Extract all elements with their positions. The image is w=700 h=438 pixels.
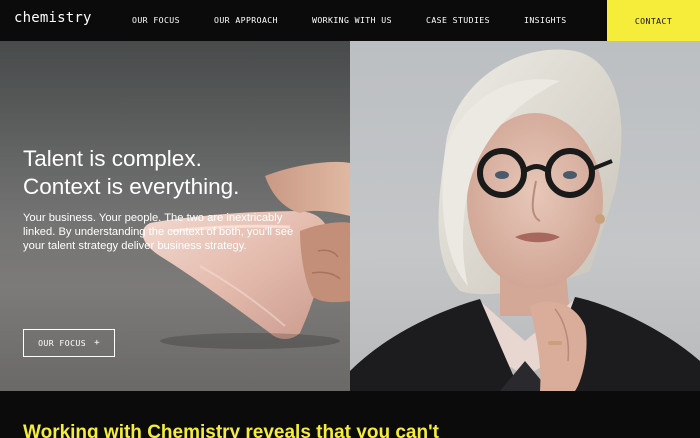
ballet-shoe-image: Talent is complex. Context is everything… [0, 41, 350, 391]
portrait-image [350, 41, 700, 391]
our-focus-button-label: OUR FOCUS [38, 338, 87, 348]
nav-link-case-studies[interactable]: CASE STUDIES [426, 15, 490, 25]
section-heading: Working with Chemistry reveals that you … [23, 422, 439, 438]
nav-link-insights[interactable]: INSIGHTS [524, 15, 567, 25]
hero-heading-line-2: Context is everything. [23, 174, 240, 199]
nav-link-our-approach[interactable]: OUR APPROACH [214, 15, 278, 25]
hero-section: Talent is complex. Context is everything… [0, 41, 700, 391]
logo[interactable]: chemistry [14, 10, 92, 26]
intro-section: Working with Chemistry reveals that you … [0, 391, 700, 438]
nav-link-our-focus[interactable]: OUR FOCUS [132, 15, 180, 25]
hero-heading-line-1: Talent is complex. [23, 146, 202, 171]
contact-button[interactable]: CONTACT [607, 0, 700, 41]
portrait-illustration [350, 49, 700, 391]
nav-link-working-with-us[interactable]: WORKING WITH US [312, 15, 392, 25]
plus-icon: + [94, 338, 100, 348]
hero-heading: Talent is complex. Context is everything… [23, 145, 343, 201]
our-focus-button[interactable]: OUR FOCUS + [23, 329, 115, 357]
top-nav: chemistry OUR FOCUS OUR APPROACH WORKING… [0, 0, 700, 41]
hero-description: Your business. Your people. The two are … [23, 212, 294, 252]
